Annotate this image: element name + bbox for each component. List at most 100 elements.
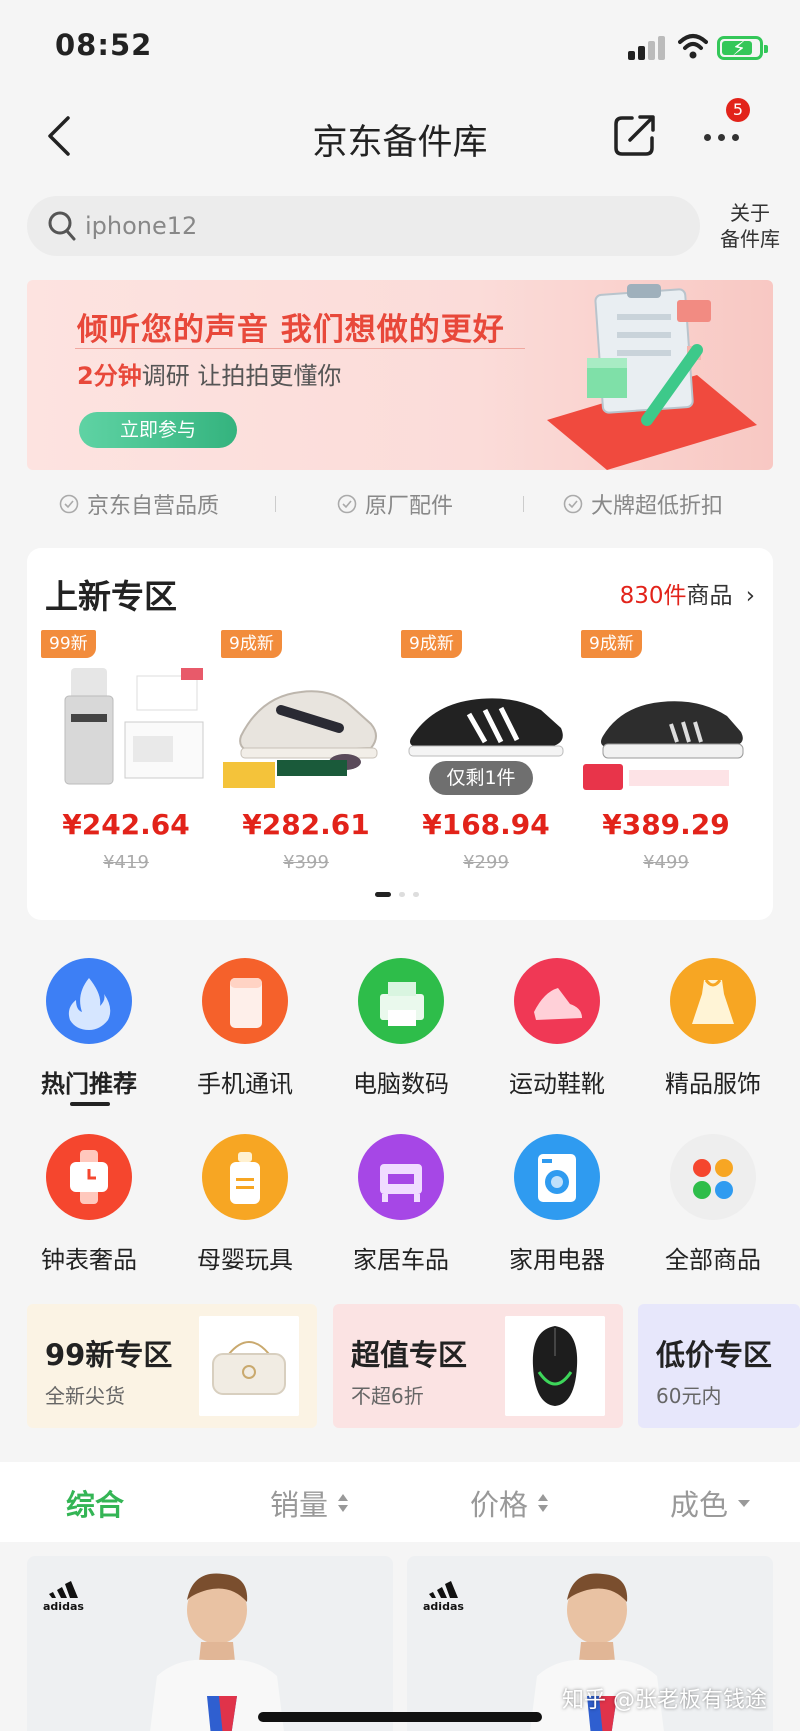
- stock-remaining-badge: 仅剩1件: [429, 761, 533, 795]
- gaming-mouse-image: [505, 1316, 605, 1416]
- promo-subtitle: 60元内: [656, 1384, 722, 1408]
- category-baby[interactable]: 母婴玩具: [190, 1134, 300, 1284]
- check-circle-icon: [337, 494, 357, 514]
- join-survey-button[interactable]: 立即参与: [79, 412, 237, 448]
- promo-subtitle: 全新尖货: [45, 1384, 125, 1408]
- guarantee-label: 原厂配件: [365, 494, 454, 519]
- filter-condition[interactable]: 成色: [670, 1482, 752, 1524]
- watch-icon: [46, 1134, 132, 1220]
- category-label: 家用电器: [509, 1246, 605, 1274]
- watermark: 知乎 @张老板有钱途: [562, 1688, 767, 1713]
- sort-arrows-icon: [338, 1494, 349, 1512]
- condition-tag: 9成新: [581, 630, 642, 658]
- adidas-logo: adidas: [43, 1581, 84, 1612]
- guarantee-item: 大牌超低折扣: [563, 488, 723, 520]
- white-sneaker-image: [223, 690, 378, 788]
- brand-name: adidas: [423, 1600, 464, 1612]
- promo-value[interactable]: 超值专区 不超6折: [333, 1304, 623, 1428]
- product-price: ¥168.94: [422, 808, 550, 841]
- product-count-suffix: 商品: [686, 583, 733, 609]
- dress-icon: [670, 958, 756, 1044]
- handbag-image: [199, 1316, 299, 1416]
- guarantee-label: 大牌超低折扣: [591, 494, 724, 519]
- flame-icon: [46, 958, 132, 1044]
- category-all[interactable]: 全部商品: [658, 1134, 768, 1284]
- promo-99-new[interactable]: 99新专区 全新尖货: [27, 1304, 317, 1428]
- sort-price[interactable]: 价格: [470, 1482, 550, 1524]
- battery-icon: ⚡: [717, 36, 768, 60]
- category-clothing[interactable]: 精品服饰: [658, 958, 768, 1108]
- sort-arrows-icon: [538, 1494, 549, 1512]
- category-watches[interactable]: 钟表奢品: [34, 1134, 144, 1284]
- model-tshirt-image: [150, 1573, 284, 1731]
- nav-bar: 京东备件库 5: [0, 90, 800, 180]
- page-title: 京东备件库: [312, 123, 488, 163]
- promo-low-price[interactable]: 低价专区 60元内: [638, 1304, 800, 1428]
- product-price: ¥389.29: [602, 808, 730, 841]
- washer-icon: [514, 1134, 600, 1220]
- sneaker-icon: [514, 958, 600, 1044]
- search-bar[interactable]: [27, 196, 700, 256]
- black-running-shoe-image: [583, 701, 744, 790]
- category-label: 家居车品: [353, 1246, 449, 1274]
- banner-headline: 倾听您的声音 我们想做的更好: [77, 312, 505, 348]
- search-icon: [48, 211, 76, 241]
- condition-tag: 9成新: [401, 630, 462, 658]
- furniture-icon: [358, 1134, 444, 1220]
- about-line2: 备件库: [720, 227, 780, 251]
- sort-bar: 综合 销量 价格 成色: [0, 1462, 800, 1542]
- sort-price-label: 价格: [470, 1488, 529, 1522]
- product-tile[interactable]: 9成新 ¥389.29 ¥499: [581, 630, 751, 873]
- sort-sales[interactable]: 销量: [270, 1482, 350, 1524]
- skincare-serum-image: [64, 668, 204, 785]
- category-label: 母婴玩具: [197, 1246, 293, 1274]
- phone-icon: [202, 958, 288, 1044]
- bottle-icon: [202, 1134, 288, 1220]
- product-tile[interactable]: 9成新 仅剩1件 ¥168.94 ¥299: [401, 630, 571, 873]
- sort-sales-label: 销量: [270, 1488, 329, 1522]
- original-price: ¥399: [283, 852, 329, 873]
- category-computer[interactable]: 电脑数码: [346, 958, 456, 1108]
- product-tile[interactable]: 99新 ¥242.64 ¥419: [41, 630, 211, 873]
- about-link[interactable]: 关于 备件库: [712, 200, 788, 252]
- active-underline: [70, 1102, 110, 1106]
- brand-name: adidas: [43, 1600, 84, 1612]
- clipboard-illustration: [547, 284, 757, 470]
- home-indicator[interactable]: [258, 1712, 542, 1722]
- grid-icon: [670, 1134, 756, 1220]
- sort-overall[interactable]: 综合: [66, 1482, 124, 1524]
- adidas-logo: adidas: [423, 1581, 464, 1612]
- product-tile[interactable]: 9成新 ¥282.61 ¥399: [221, 630, 391, 873]
- category-label: 热门推荐: [41, 1070, 137, 1098]
- category-phone[interactable]: 手机通讯: [190, 958, 300, 1108]
- notification-badge: 5: [726, 98, 750, 122]
- product-price: ¥282.61: [242, 808, 370, 841]
- category-label: 电脑数码: [353, 1070, 449, 1098]
- category-label: 钟表奢品: [41, 1246, 137, 1274]
- guarantee-item: 原厂配件: [337, 488, 453, 520]
- view-all-link[interactable]: 830件商品 ›: [620, 576, 755, 610]
- category-shoes[interactable]: 运动鞋靴: [502, 958, 612, 1108]
- category-label: 手机通讯: [197, 1070, 293, 1098]
- survey-banner[interactable]: 倾听您的声音 我们想做的更好 2分钟调研 让拍拍更懂你 立即参与: [27, 280, 773, 470]
- chevron-right-icon: ›: [745, 583, 755, 609]
- original-price: ¥499: [643, 852, 689, 873]
- product-card[interactable]: adidas: [27, 1556, 393, 1731]
- status-bar: 08:52 ⚡: [0, 0, 800, 90]
- about-line1: 关于: [730, 201, 770, 225]
- cellular-signal-icon: [628, 36, 668, 60]
- category-appliances[interactable]: 家用电器: [502, 1134, 612, 1284]
- printer-icon: [358, 958, 444, 1044]
- category-home-car[interactable]: 家居车品: [346, 1134, 456, 1284]
- category-hot[interactable]: 热门推荐: [34, 958, 144, 1108]
- promo-title: 99新专区: [45, 1338, 173, 1372]
- new-arrivals-section: 上新专区 830件商品 › 99新 ¥242.64 ¥419 9成新 ¥282.…: [27, 548, 773, 920]
- guarantee-item: 京东自营品质: [59, 488, 219, 520]
- carousel-indicator: [375, 892, 435, 898]
- guarantee-strip: 京东自营品质 原厂配件 大牌超低折扣: [27, 482, 773, 522]
- original-price: ¥419: [103, 852, 149, 873]
- more-menu-icon[interactable]: [700, 128, 744, 148]
- check-circle-icon: [563, 494, 583, 514]
- search-input[interactable]: [85, 208, 585, 244]
- share-icon[interactable]: [612, 112, 658, 158]
